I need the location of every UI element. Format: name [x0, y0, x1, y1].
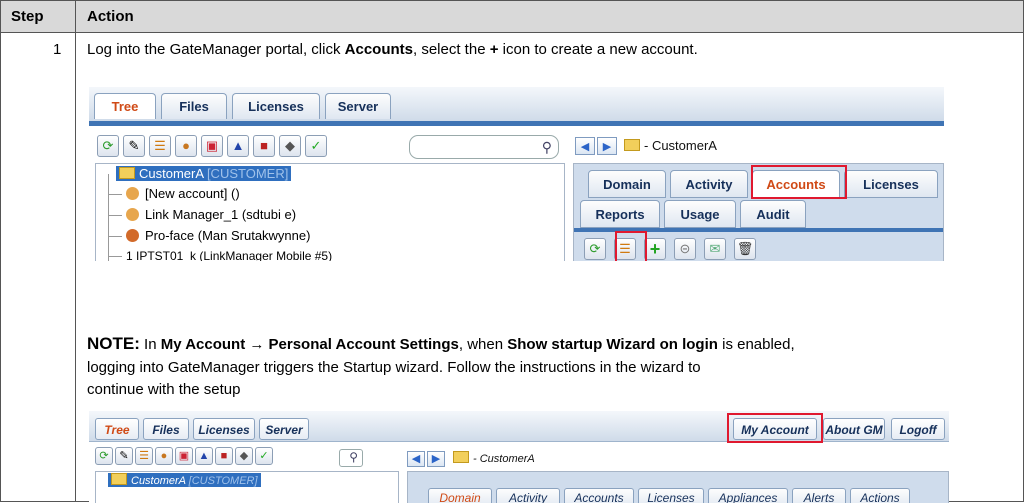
header-action: Action	[87, 8, 134, 25]
tree-root-customer[interactable]: CustomerA [CUSTOMER]	[116, 166, 292, 181]
tree-toolbar: ⟳ ✎ ☰ ● ▣ ▲ ■ ◆ ✓	[95, 447, 273, 471]
check-icon[interactable]: ✓	[305, 135, 327, 157]
tab-tree[interactable]: Tree	[94, 93, 156, 119]
folder-icon	[624, 139, 640, 151]
logoff-button[interactable]: Logoff	[891, 418, 945, 440]
tab-files[interactable]: Files	[143, 418, 189, 440]
tab-activity[interactable]: Activity	[670, 170, 748, 198]
search-button[interactable]: ⚲	[339, 449, 363, 467]
tree-item-iptst01[interactable]: 1 IPTST01_k (LinkManager Mobile #5)	[126, 249, 332, 261]
toolbox-icon[interactable]: ■	[253, 135, 275, 157]
accounts-emphasis: Accounts	[344, 41, 413, 58]
tree-item-pro-face[interactable]: Pro-face (Man Srutakwynne)	[126, 228, 310, 243]
tab-audit[interactable]: Audit	[740, 200, 806, 228]
tree-item-link-manager[interactable]: Link Manager_1 (sdtubi e)	[126, 207, 296, 222]
alarm-icon[interactable]: ▲	[195, 447, 213, 465]
folder-icon	[119, 167, 135, 179]
highlight-add-icon	[615, 231, 647, 261]
tab-alerts[interactable]: Alerts	[792, 488, 846, 503]
header-step: Step	[11, 8, 44, 25]
search-input[interactable]: ⚲	[409, 135, 559, 159]
eraser-icon[interactable]: ◆	[279, 135, 301, 157]
column-divider	[75, 1, 76, 501]
refresh-icon[interactable]: ⟳	[95, 447, 113, 465]
tab-usage[interactable]: Usage	[664, 200, 736, 228]
folder-icon	[111, 473, 127, 485]
gatemanager-screenshot-accounts: Tree Files Licenses Server ⟳ ✎ ☰ ● ▣ ▲ ■…	[89, 87, 944, 261]
domain-tree: CustomerA [CUSTOMER] [New account] () Li…	[95, 163, 565, 261]
about-gm-button[interactable]: About GM	[823, 418, 885, 440]
tab-tree[interactable]: Tree	[95, 418, 139, 440]
refresh-icon[interactable]: ⟳	[584, 238, 606, 260]
refresh-icon[interactable]: ⟳	[97, 135, 119, 157]
forward-arrow-icon[interactable]: ▶	[427, 451, 445, 467]
accounts-toolbar: ⟳ ☰ + ⊝ ✉ 🗑	[584, 238, 756, 261]
tab-licenses-panel[interactable]: Licenses	[844, 170, 938, 198]
tab-domain[interactable]: Domain	[428, 488, 492, 503]
check-icon[interactable]: ✓	[255, 447, 273, 465]
note-line-2: logging into GateManager triggers the St…	[87, 359, 701, 376]
tree-toolbar: ⟳ ✎ ☰ ● ▣ ▲ ■ ◆ ✓	[97, 135, 327, 159]
tree-item-new-account[interactable]: [New account] ()	[126, 186, 240, 201]
delete-icon[interactable]: 🗑	[734, 238, 756, 260]
user-icon	[126, 229, 139, 242]
device-icon[interactable]: ▣	[175, 447, 193, 465]
tab-server[interactable]: Server	[259, 418, 309, 440]
tab-underline-bar	[89, 121, 944, 126]
tab-actions[interactable]: Actions	[850, 488, 910, 503]
toolbox-icon[interactable]: ■	[215, 447, 233, 465]
back-arrow-icon[interactable]: ◀	[407, 451, 425, 467]
tab-licenses[interactable]: Licenses	[193, 418, 255, 440]
forward-arrow-icon[interactable]: ▶	[597, 137, 617, 155]
tab-appliances[interactable]: Appliances	[708, 488, 788, 503]
step-number: 1	[53, 41, 62, 58]
step-instruction: Log into the GateManager portal, click A…	[87, 41, 698, 58]
details-panel: Domain Activity Accounts Licenses Applia…	[407, 471, 949, 503]
tab-server[interactable]: Server	[325, 93, 391, 119]
search-icon[interactable]: ⚲	[542, 139, 552, 156]
note-line-1: NOTE: In My Account → Personal Account S…	[87, 334, 795, 353]
search-icon[interactable]: ⚲	[349, 450, 358, 464]
tree-root-customer[interactable]: CustomerA [CUSTOMER]	[108, 473, 261, 487]
table-header: Step Action	[1, 1, 1023, 33]
tree-view-icon[interactable]: ☰	[135, 447, 153, 465]
account-icon[interactable]: ●	[175, 135, 197, 157]
tab-reports[interactable]: Reports	[580, 200, 660, 228]
breadcrumb: - CustomerA	[453, 451, 535, 465]
account-icon[interactable]: ●	[155, 447, 173, 465]
breadcrumb: - CustomerA	[624, 138, 717, 153]
user-icon	[126, 187, 139, 200]
nav-arrows: ◀ ▶	[575, 137, 617, 155]
note-line-3: continue with the setup	[87, 381, 241, 398]
pin-icon[interactable]: ✎	[115, 447, 133, 465]
add-account-icon[interactable]: +	[644, 238, 666, 260]
tab-licenses-panel[interactable]: Licenses	[638, 488, 704, 503]
tab-activity[interactable]: Activity	[496, 488, 560, 503]
edit-mail-icon[interactable]: ✉	[704, 238, 726, 260]
user-icon	[126, 208, 139, 221]
procedure-table: Step Action 1 Log into the GateManager p…	[0, 0, 1024, 503]
tab-accounts[interactable]: Accounts	[564, 488, 634, 503]
domain-tree: CustomerA [CUSTOMER]	[95, 471, 399, 503]
gatemanager-screenshot-my-account: Tree Files Licenses Server My Account Ab…	[89, 411, 949, 503]
tab-files[interactable]: Files	[161, 93, 227, 119]
highlight-my-account	[727, 413, 823, 443]
back-arrow-icon[interactable]: ◀	[575, 137, 595, 155]
device-icon[interactable]: ▣	[201, 135, 223, 157]
highlight-accounts-tab	[751, 165, 847, 199]
eraser-icon[interactable]: ◆	[235, 447, 253, 465]
alarm-icon[interactable]: ▲	[227, 135, 249, 157]
nav-arrows: ◀ ▶	[407, 451, 445, 467]
tab-licenses[interactable]: Licenses	[232, 93, 320, 119]
link-icon[interactable]: ⊝	[674, 238, 696, 260]
folder-icon	[453, 451, 469, 463]
tree-view-icon[interactable]: ☰	[149, 135, 171, 157]
tab-domain[interactable]: Domain	[588, 170, 666, 198]
pin-icon[interactable]: ✎	[123, 135, 145, 157]
